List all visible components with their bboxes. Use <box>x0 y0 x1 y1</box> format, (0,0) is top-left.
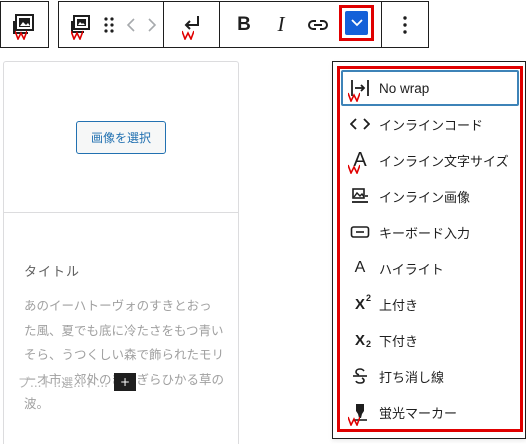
menu-item-label: インラインコード <box>379 118 484 134</box>
strikethrough-icon <box>353 368 367 384</box>
block-type-group <box>0 1 49 48</box>
format-menu: No wrap インラインコード A インライン文字サイズ インライン画像 キー… <box>341 70 519 430</box>
plugin-badge-icon <box>14 30 27 40</box>
code-icon <box>350 118 370 130</box>
media-placeholder: 画像を選択 <box>4 62 238 213</box>
card-body-text[interactable]: あのイーハトーヴォのすきとおった風、夏でも底に冷たさをもつ青いそら、うつくしい森… <box>24 294 224 417</box>
more-vertical-icon <box>403 15 407 34</box>
menu-item-label: インライン画像 <box>379 190 471 206</box>
italic-label: I <box>277 12 285 36</box>
link-button[interactable] <box>300 7 336 43</box>
image-block-button[interactable] <box>63 7 98 43</box>
superscript-base: X <box>354 295 365 313</box>
add-block-icon[interactable]: + <box>113 373 136 391</box>
move-right-button[interactable] <box>141 7 163 43</box>
drag-handle[interactable] <box>98 7 120 43</box>
plugin-badge-icon <box>181 30 194 40</box>
menu-item-marker[interactable]: 蛍光マーカー <box>341 394 519 430</box>
menu-item-superscript[interactable]: X2 上付き <box>341 286 519 322</box>
cut-off-row: ブ...ト..選...ト... + <box>18 373 136 391</box>
plugin-badge-icon <box>348 416 360 426</box>
bold-button[interactable]: B <box>226 7 262 43</box>
keyboard-icon <box>350 226 370 238</box>
subscript-mark: 2 <box>365 338 371 349</box>
subscript-base: X <box>354 331 365 349</box>
inline-image-icon <box>352 188 368 203</box>
card-title[interactable]: タイトル <box>24 261 218 280</box>
chevron-right-icon <box>148 17 157 32</box>
superscript-icon: X2 <box>354 293 371 313</box>
highlight-icon: A <box>354 259 366 276</box>
italic-button[interactable]: I <box>263 7 299 43</box>
bold-label: B <box>237 13 251 35</box>
plugin-badge-icon <box>71 30 83 40</box>
plugin-badge-icon <box>348 164 360 174</box>
chevron-down-icon <box>350 19 363 27</box>
menu-item-no-wrap[interactable]: No wrap <box>341 70 519 106</box>
options-button[interactable] <box>387 7 423 43</box>
menu-item-label: キーボード入力 <box>379 226 471 242</box>
select-image-button[interactable]: 画像を選択 <box>76 120 166 154</box>
menu-item-inline-font-size[interactable]: A インライン文字サイズ <box>341 142 519 178</box>
menu-item-label: インライン文字サイズ <box>379 154 509 170</box>
menu-item-inline-image[interactable]: インライン画像 <box>341 178 519 214</box>
menu-item-label: 打ち消し線 <box>379 370 445 386</box>
more-formats-button-active <box>345 11 368 35</box>
menu-item-label: No wrap <box>379 80 430 96</box>
plugin-badge-icon <box>348 92 360 102</box>
block-type-button[interactable] <box>7 7 43 43</box>
menu-item-inline-code[interactable]: インラインコード <box>341 106 519 142</box>
cut-off-text: ブ...ト..選...ト... <box>18 375 108 390</box>
menu-item-subscript[interactable]: X2 下付き <box>341 322 519 358</box>
menu-item-highlight[interactable]: A ハイライト <box>341 250 519 286</box>
menu-item-label: 上付き <box>379 298 419 314</box>
chevron-left-icon <box>126 17 135 32</box>
menu-item-keyboard-input[interactable]: キーボード入力 <box>341 214 519 250</box>
link-icon <box>308 19 328 30</box>
menu-item-label: 下付き <box>379 334 419 350</box>
change-alignment-button[interactable] <box>174 7 210 43</box>
more-formats-button[interactable] <box>339 5 374 41</box>
drag-handle-icon <box>104 16 114 33</box>
menu-item-label: ハイライト <box>379 262 444 278</box>
subscript-icon: X2 <box>354 331 371 349</box>
superscript-mark: 2 <box>365 292 371 303</box>
move-left-button[interactable] <box>120 7 142 43</box>
menu-item-strikethrough[interactable]: 打ち消し線 <box>341 358 519 394</box>
menu-item-label: 蛍光マーカー <box>379 406 458 422</box>
